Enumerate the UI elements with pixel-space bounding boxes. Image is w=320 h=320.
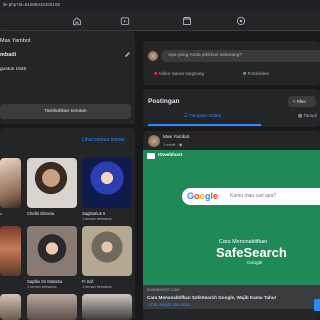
friend-sub-1: a [0, 212, 3, 216]
birthday-text: gustus 1945 [0, 67, 27, 72]
friends-card [0, 128, 135, 320]
post-timestamp[interactable]: 1 menit · ◉ [163, 142, 182, 147]
composer-input[interactable]: Apa yang Anda pikirkan sekarang? [161, 50, 320, 62]
post-time-text: 1 menit [163, 143, 176, 147]
friend-photo-6[interactable] [82, 226, 132, 276]
link-domain: IDWEBHOST.COM [147, 288, 180, 292]
friend-photo-9[interactable] [82, 294, 132, 320]
live-video-button[interactable]: ■ Video siaran langsung [154, 71, 204, 77]
tab-list-label: Tampilan Daftar [189, 113, 222, 118]
photo-video-button[interactable]: ■ Foto/video [243, 71, 269, 77]
photo-icon: ■ [243, 71, 247, 77]
friend-sub-5: 1 teman bersama [27, 285, 57, 289]
filter-label: Filter [296, 99, 306, 104]
friend-name-5[interactable]: Saptila Sri Matatna [27, 279, 62, 284]
post-author-avatar[interactable] [148, 135, 160, 147]
tab-grid-view[interactable]: ▦ Tampil [298, 113, 317, 119]
live-video-icon: ■ [154, 71, 158, 77]
friend-photo-1[interactable] [0, 158, 21, 208]
globe-icon: ◉ [178, 143, 183, 147]
boost-post-button[interactable] [314, 299, 320, 311]
friend-photo-4[interactable] [0, 226, 21, 276]
post-author-name[interactable]: Mas Yambot [163, 135, 189, 140]
top-navigation [0, 10, 320, 31]
active-tab-indicator [148, 124, 261, 126]
search-placeholder-text: Kamu mau cari apa? [230, 193, 277, 199]
edit-pencil-icon[interactable] [124, 51, 131, 58]
insight-link[interactable]: Lihat insight dan iklan [148, 302, 190, 307]
friend-photo-8[interactable] [27, 294, 77, 320]
profile-bio: mbadi [0, 52, 17, 58]
friend-name-2[interactable]: Chelbi Oktavia [27, 211, 54, 216]
ad-brand-text: IDwebhost [158, 153, 183, 158]
posts-title: Postingan [148, 98, 180, 105]
tab-list-view[interactable]: ☰ Tampilan Daftar [184, 113, 222, 119]
grid-icon: ▦ [298, 113, 303, 118]
posts-header-card [143, 89, 320, 127]
avatar[interactable] [148, 51, 158, 61]
composer-card [143, 41, 320, 85]
url-text: ile.php?id=61588410100108 [3, 2, 60, 7]
filter-icon: ≡ [293, 99, 296, 104]
post-image[interactable]: IDwebhost Google Kamu mau cari apa? Cara… [143, 150, 320, 285]
friend-photo-2[interactable] [27, 158, 77, 208]
friend-name-6[interactable]: Fi Saf [82, 279, 93, 284]
friend-sub-3: 1 teman bersama [82, 217, 112, 221]
link-title: Cara Menonaktifkan SafeSearch Google, Wa… [147, 295, 277, 300]
tab-grid-label: Tampil [303, 113, 317, 118]
filter-button[interactable]: ≡ Filter [288, 96, 316, 107]
google-logo: Google [187, 191, 219, 201]
add-highlight-button[interactable]: Tambahkan sorotan [0, 104, 131, 119]
marketplace-icon[interactable] [182, 16, 192, 26]
photo-video-label: Foto/video [247, 71, 270, 76]
friend-photo-5[interactable] [27, 226, 77, 276]
ad-caption-title: SafeSearch [216, 245, 287, 260]
friend-photo-7[interactable] [0, 294, 21, 320]
see-all-friends-link[interactable]: Lihat semua teman [82, 137, 125, 143]
profile-name: Mas Yambot [0, 38, 31, 44]
friend-photo-3[interactable] [82, 158, 132, 208]
idwebhost-logo-icon [147, 153, 155, 159]
ad-caption-sub: Google [247, 261, 263, 266]
live-video-label: Video siaran langsung [158, 71, 204, 76]
list-icon: ☰ [184, 113, 189, 118]
friend-name-3[interactable]: Sagittarius 5 [82, 211, 105, 216]
address-bar[interactable]: ile.php?id=61588410100108 [0, 0, 320, 10]
friend-sub-6: 1 teman bersama [82, 285, 112, 289]
home-icon[interactable] [72, 16, 82, 26]
gaming-icon[interactable] [236, 16, 246, 26]
video-icon[interactable] [120, 16, 130, 26]
google-search-illustration: Google Kamu mau cari apa? [182, 188, 320, 205]
